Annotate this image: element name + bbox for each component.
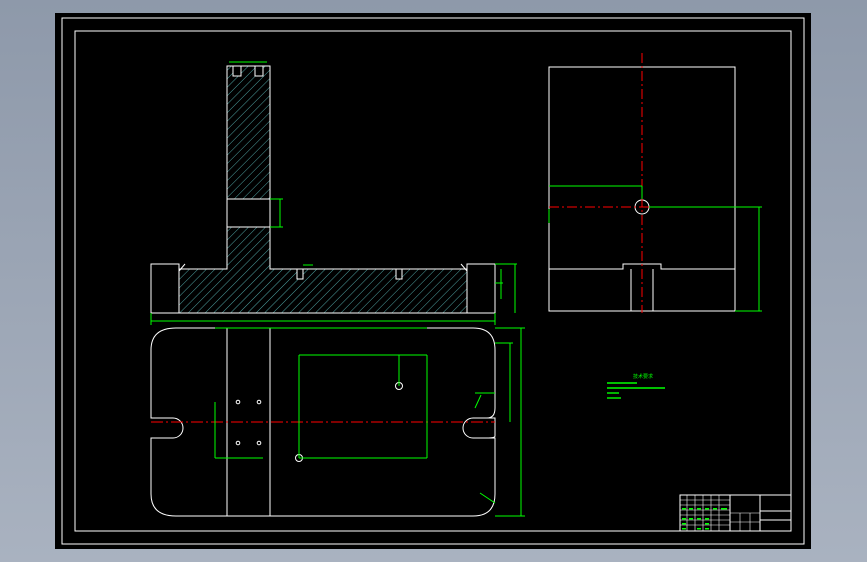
cad-viewport: 技术要求 <box>0 0 867 562</box>
section-hatch <box>226 65 271 200</box>
side-view <box>548 53 762 313</box>
title-block <box>679 494 792 532</box>
drawing-canvas[interactable]: 技术要求 <box>55 13 811 549</box>
through-slot <box>226 198 271 228</box>
technical-notes: 技术要求 <box>607 373 665 399</box>
top-view <box>150 327 525 517</box>
front-section-view <box>150 61 517 325</box>
notes-title: 技术要求 <box>633 373 653 380</box>
cad-drawing: 技术要求 <box>61 17 805 545</box>
